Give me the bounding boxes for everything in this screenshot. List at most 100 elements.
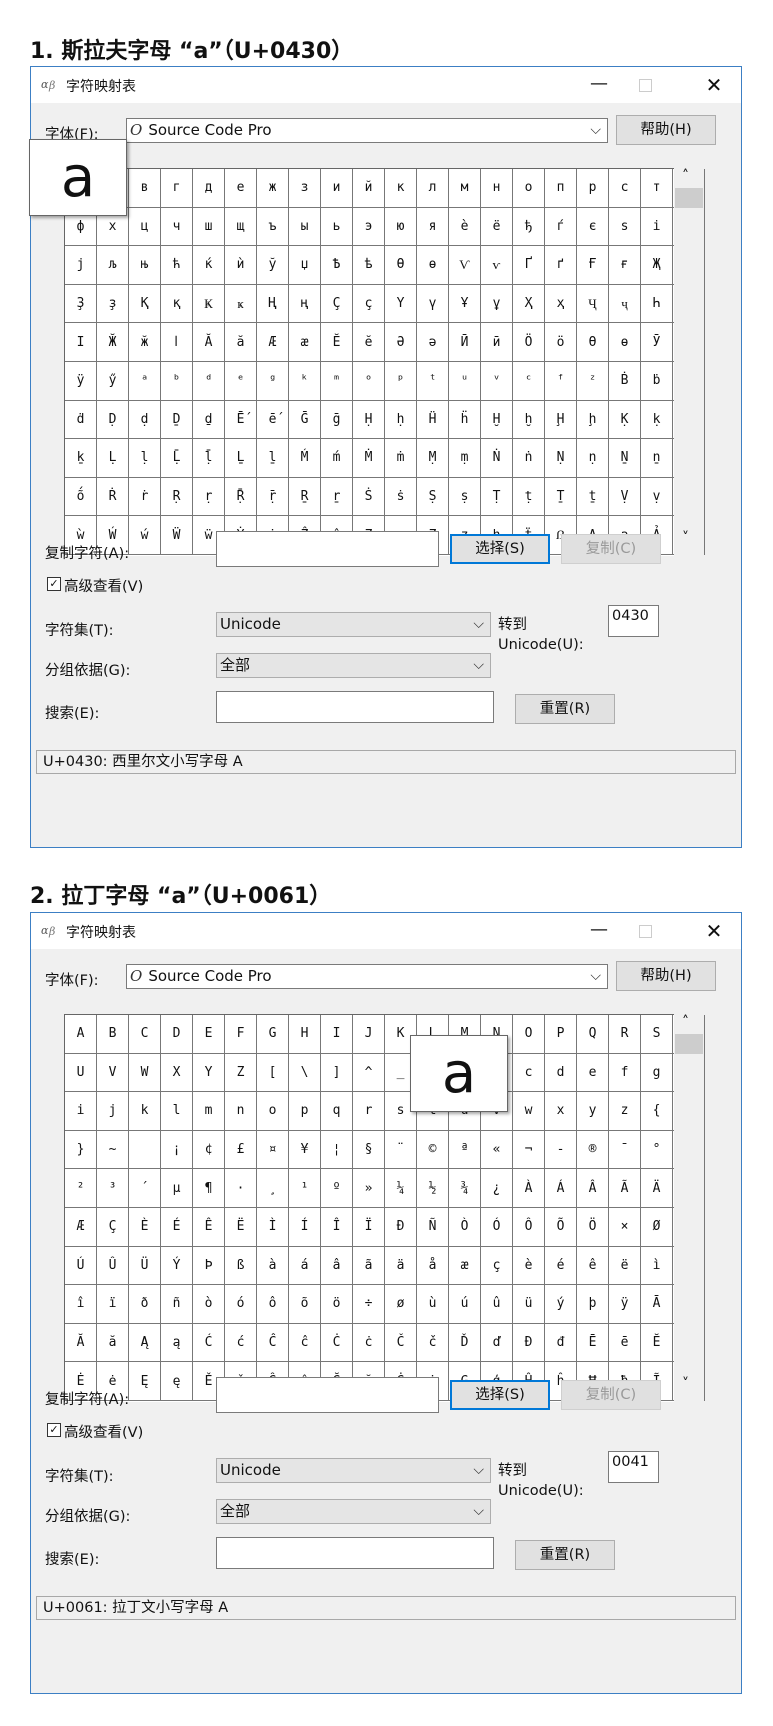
char-cell[interactable]: ᵇ — [161, 361, 193, 401]
char-cell[interactable]: ò — [193, 1285, 225, 1324]
char-cell[interactable]: ᵐ — [321, 361, 353, 401]
char-cell[interactable]: ḷ — [129, 439, 161, 478]
char-cell[interactable]: ë — [609, 1246, 641, 1286]
char-cell[interactable]: ᶜ — [513, 361, 545, 401]
char-cell[interactable]: o — [257, 1092, 289, 1131]
char-cell[interactable]: Ë — [225, 1207, 257, 1247]
scroll-down-icon[interactable]: ˅ — [682, 1376, 689, 1392]
char-cell[interactable]: Ḩ — [545, 400, 577, 440]
char-cell[interactable]: È — [129, 1207, 161, 1247]
char-cell[interactable]: ш — [193, 207, 225, 247]
char-cell[interactable]: ң — [289, 284, 321, 324]
charset-select[interactable]: Unicode ⌵ — [216, 612, 491, 637]
char-cell[interactable]: ¥ — [289, 1130, 321, 1170]
char-cell[interactable]: ṯ — [577, 477, 609, 517]
char-cell[interactable]: ґ — [545, 246, 577, 285]
char-cell[interactable]: } — [65, 1130, 97, 1170]
char-cell[interactable]: ṛ — [193, 477, 225, 517]
char-cell[interactable]: è — [449, 207, 481, 247]
char-cell[interactable]: Ñ — [417, 1207, 449, 1247]
char-cell[interactable]: ù — [417, 1285, 449, 1324]
scroll-thumb[interactable] — [675, 1034, 703, 1054]
char-cell[interactable]: î — [65, 1285, 97, 1324]
char-cell[interactable]: Ç — [97, 1207, 129, 1247]
char-cell[interactable]: ḵ — [65, 439, 97, 478]
char-cell[interactable]: ј — [65, 246, 97, 285]
char-cell[interactable]: ъ — [257, 207, 289, 247]
char-cell[interactable]: Ḍ — [97, 400, 129, 440]
char-cell[interactable]: з — [289, 169, 321, 208]
char-cell[interactable] — [129, 1130, 161, 1170]
char-cell[interactable]: ӧ — [545, 323, 577, 362]
char-cell[interactable]: © — [417, 1130, 449, 1170]
char-cell[interactable]: ć — [225, 1323, 257, 1363]
char-cell[interactable]: Ұ — [449, 284, 481, 324]
char-cell[interactable]: Î — [321, 1207, 353, 1247]
char-cell[interactable]: p — [289, 1092, 321, 1131]
char-cell[interactable]: ч — [161, 207, 193, 247]
advanced-view-label[interactable]: 高级查看(V) — [64, 575, 143, 596]
char-cell[interactable]: Č — [385, 1323, 417, 1363]
char-cell[interactable]: Ċ — [321, 1323, 353, 1363]
char-cell[interactable]: ᵃ — [129, 361, 161, 401]
char-cell[interactable]: Q — [577, 1015, 609, 1054]
char-cell[interactable]: Ô — [513, 1207, 545, 1247]
char-cell[interactable]: ç — [481, 1246, 513, 1286]
char-cell[interactable]: O — [513, 1015, 545, 1054]
char-cell[interactable]: Ã — [609, 1169, 641, 1208]
char-cell[interactable]: Ṡ — [353, 477, 385, 517]
char-cell[interactable]: W — [129, 1053, 161, 1093]
char-cell[interactable]: ӣ — [481, 323, 513, 362]
char-cell[interactable]: ҷ — [609, 284, 641, 324]
char-cell[interactable]: н — [481, 169, 513, 208]
char-cell[interactable]: к — [385, 169, 417, 208]
char-cell[interactable]: е — [225, 169, 257, 208]
goto-unicode-input[interactable]: 0041 — [608, 1451, 659, 1483]
char-cell[interactable]: U — [65, 1053, 97, 1093]
char-cell[interactable]: ḗ — [257, 400, 289, 440]
char-cell[interactable]: g — [641, 1053, 673, 1093]
char-cell[interactable]: ᵖ — [385, 361, 417, 401]
char-cell[interactable]: ¯ — [609, 1130, 641, 1170]
char-cell[interactable]: ð — [129, 1285, 161, 1324]
char-cell[interactable]: { — [641, 1092, 673, 1131]
char-cell[interactable]: Қ — [129, 284, 161, 324]
char-cell[interactable]: e — [577, 1053, 609, 1093]
char-cell[interactable]: Û — [97, 1246, 129, 1286]
char-cell[interactable]: á — [289, 1246, 321, 1286]
group-by-select[interactable]: 全部 ⌵ — [216, 1499, 491, 1524]
char-cell[interactable]: с — [609, 169, 641, 208]
char-cell[interactable]: đ — [545, 1323, 577, 1363]
char-cell[interactable]: Ö — [577, 1207, 609, 1247]
scroll-up-icon[interactable]: ˄ — [682, 168, 689, 184]
char-cell[interactable]: ṭ — [513, 477, 545, 517]
char-cell[interactable]: q — [321, 1092, 353, 1131]
char-cell[interactable]: џ — [289, 246, 321, 285]
char-cell[interactable]: ṇ — [577, 439, 609, 478]
char-cell[interactable]: ṅ — [513, 439, 545, 478]
char-cell[interactable]: ´ — [129, 1169, 161, 1208]
advanced-view-checkbox[interactable]: ✓ — [47, 577, 61, 591]
char-cell[interactable]: ṡ — [385, 477, 417, 517]
char-cell[interactable]: ѕ — [609, 207, 641, 247]
char-cell[interactable]: m — [193, 1092, 225, 1131]
char-cell[interactable]: ḡ — [321, 400, 353, 440]
char-cell[interactable]: õ — [289, 1285, 321, 1324]
char-cell[interactable]: Â — [577, 1169, 609, 1208]
char-cell[interactable]: ä — [385, 1246, 417, 1286]
char-cell[interactable]: Ṿ — [609, 477, 641, 517]
char-cell[interactable]: ӑ — [225, 323, 257, 362]
char-cell[interactable]: Z — [225, 1053, 257, 1093]
char-cell[interactable]: ᵍ — [257, 361, 289, 401]
char-cell[interactable]: Ҫ — [321, 284, 353, 324]
char-cell[interactable]: Ḥ — [353, 400, 385, 440]
goto-unicode-input[interactable]: 0430 — [608, 605, 659, 637]
char-cell[interactable]: Ғ — [577, 246, 609, 285]
char-cell[interactable]: ã — [353, 1246, 385, 1286]
char-cell[interactable]: р — [577, 169, 609, 208]
char-cell[interactable]: R — [609, 1015, 641, 1054]
char-cell[interactable]: ę — [161, 1362, 193, 1401]
char-cell[interactable]: ṁ — [385, 439, 417, 478]
char-cell[interactable]: Ú — [65, 1246, 97, 1286]
char-cell[interactable]: Ҝ — [193, 284, 225, 324]
